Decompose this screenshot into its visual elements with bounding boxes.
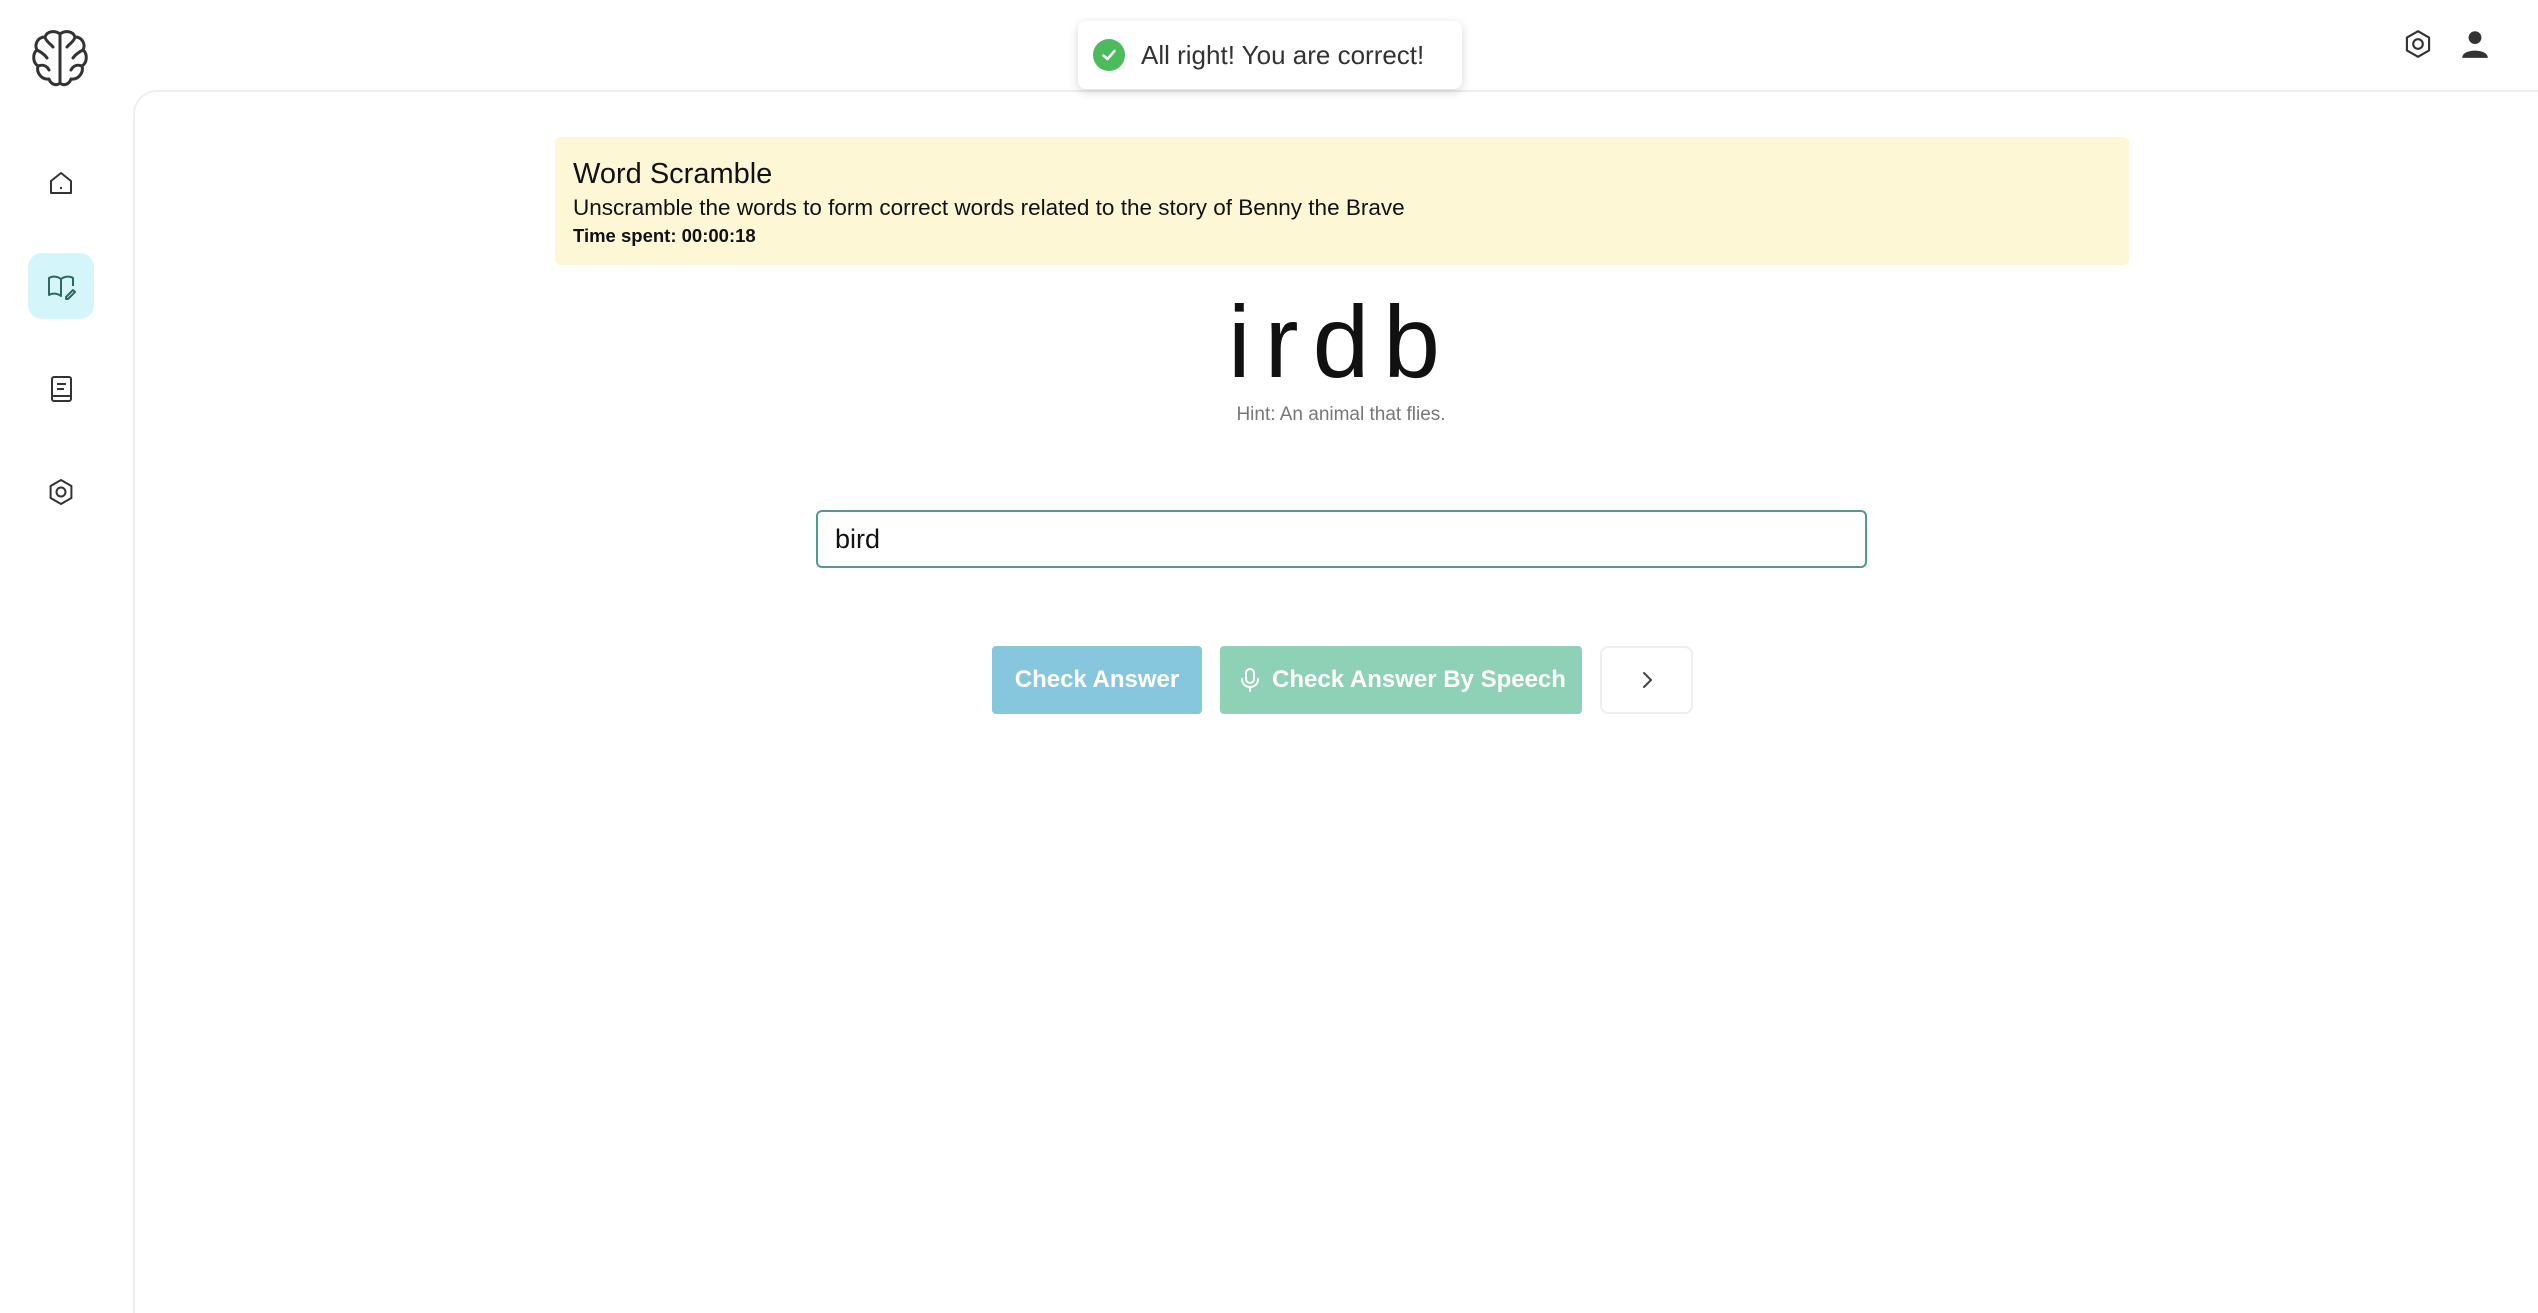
sidebar-item-home[interactable] (28, 150, 94, 216)
check-answer-by-speech-button[interactable]: Check Answer By Speech (1220, 646, 1582, 714)
brain-icon (31, 28, 89, 88)
hint-text: Hint: An animal that flies. (1236, 404, 1446, 425)
chevron-right-icon (1636, 669, 1658, 691)
settings-button[interactable] (2400, 26, 2436, 62)
sidebar-item-word-games[interactable] (28, 253, 94, 319)
home-icon (46, 168, 76, 198)
time-spent: Time spent: 00:00:18 (573, 225, 756, 246)
user-icon (2459, 28, 2491, 60)
book-edit-icon (46, 271, 76, 301)
next-button[interactable] (1600, 646, 1693, 714)
hexagon-settings-icon (2402, 28, 2434, 60)
activity-title: Word Scramble (573, 158, 773, 190)
success-toast: All right! You are correct! (1078, 21, 1462, 89)
check-circle-icon (1093, 39, 1125, 71)
check-answer-label: Check Answer (1014, 666, 1180, 693)
check-answer-by-speech-label: Check Answer By Speech (1272, 666, 1566, 693)
user-profile-button[interactable] (2457, 26, 2493, 62)
app-logo[interactable] (31, 28, 89, 88)
toast-message: All right! You are correct! (1141, 39, 1425, 70)
sidebar-item-settings[interactable] (28, 459, 94, 525)
activity-description: Unscramble the words to form correct wor… (573, 195, 1405, 220)
scrambled-word: irdb (1227, 285, 1455, 399)
hexagon-settings-icon (46, 477, 76, 507)
answer-input[interactable] (816, 510, 1867, 568)
notebook-icon (46, 374, 76, 404)
activity-banner: Word Scramble Unscramble the words to fo… (555, 137, 2129, 265)
sidebar-item-notebook[interactable] (28, 356, 94, 422)
check-answer-button[interactable]: Check Answer (992, 646, 1202, 714)
microphone-icon (1236, 666, 1272, 694)
